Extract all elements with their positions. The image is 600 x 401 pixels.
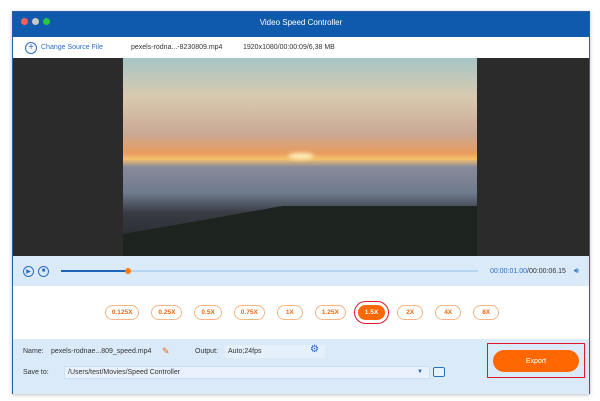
app-window: Video Speed Controller + Change Source F… (12, 11, 590, 394)
output-name: pexels-rodnae...809_speed.mp4 (51, 348, 152, 355)
save-path-select[interactable]: /Users/test/Movies/Speed Controller ▼ (64, 366, 430, 379)
toolbar: + Change Source File pexels-rodna...-823… (13, 37, 589, 58)
export-highlight: Export (487, 343, 585, 378)
play-icon[interactable]: ▶ (23, 265, 34, 277)
output-label: Output: (195, 348, 218, 355)
file-name: pexels-rodna...-8230809.mp4 (131, 44, 223, 51)
speed-options: 0.125X 0.25X 0.5X 0.75X 1X 1.25X 1.5X 2X 4X 8X (13, 286, 589, 339)
name-label: Name: (23, 348, 44, 355)
speed-option-1x[interactable]: 1X (276, 305, 303, 320)
speed-option-4x[interactable]: 4X (435, 305, 462, 320)
folder-icon[interactable] (433, 367, 445, 377)
file-info: 1920x1080/00:00:09/6,38 MB (243, 44, 335, 51)
output-format-value: Auto;24fps (228, 348, 262, 355)
close-window-button[interactable] (21, 18, 28, 25)
speed-option-8x[interactable]: 8X (473, 305, 500, 320)
plus-circle-icon: + (25, 41, 37, 54)
stop-icon[interactable]: ■ (38, 265, 49, 277)
current-time: 00:00:01.00 (490, 267, 528, 275)
speed-option-0-5x[interactable]: 0.5X (194, 305, 222, 320)
chevron-down-icon[interactable]: ▼ (417, 367, 423, 378)
speed-option-2x[interactable]: 2X (397, 305, 424, 320)
progress-slider[interactable] (61, 268, 479, 274)
change-source-button[interactable]: + Change Source File (25, 41, 103, 54)
window-title: Video Speed Controller (259, 18, 343, 27)
volume-icon[interactable]: 🔊︎ (574, 266, 579, 276)
speed-option-1-25x[interactable]: 1.25X (314, 305, 346, 320)
progress-handle[interactable] (124, 268, 131, 274)
total-time: /00:00:06.15 (527, 267, 566, 275)
title-bar: Video Speed Controller (13, 12, 589, 37)
save-path-value: /Users/test/Movies/Speed Controller (68, 369, 181, 376)
speed-option-0-75x[interactable]: 0.75X (233, 305, 265, 320)
video-frame (123, 58, 477, 256)
export-button[interactable]: Export (493, 350, 579, 372)
video-preview[interactable] (13, 58, 589, 256)
progress-fill (61, 270, 128, 272)
edit-pencil-icon[interactable]: ✎ (162, 346, 170, 357)
export-label: Export (525, 357, 547, 365)
playback-controls: ▶ ■ 00:00:01.00/00:00:06.15 🔊︎ (13, 256, 589, 286)
speed-option-0-25x[interactable]: 0.25X (151, 305, 183, 320)
output-settings: Name: pexels-rodnae...809_speed.mp4 ✎ Ou… (13, 339, 589, 394)
minimize-window-button[interactable] (32, 18, 39, 25)
change-source-label: Change Source File (41, 44, 103, 51)
gear-icon[interactable]: ⚙ (310, 344, 319, 355)
save-to-label: Save to: (23, 369, 49, 376)
maximize-window-button[interactable] (43, 18, 50, 25)
speed-option-0-125x[interactable]: 0.125X (104, 305, 140, 320)
speed-option-1-5x[interactable]: 1.5X (353, 301, 390, 324)
